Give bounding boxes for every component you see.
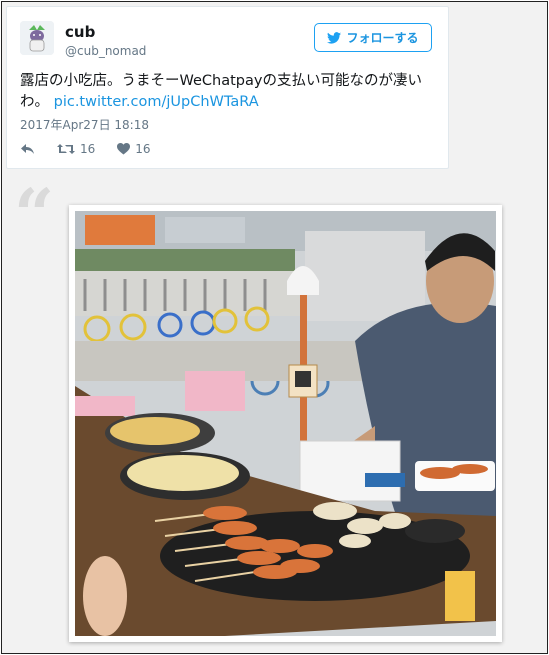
heart-icon <box>117 143 131 155</box>
follow-button[interactable]: フォローする <box>314 23 432 52</box>
reply-button[interactable] <box>20 143 35 155</box>
quote-icon: “ <box>14 173 55 256</box>
bird-icon <box>327 31 342 44</box>
retweet-count: 16 <box>80 142 96 156</box>
display-name[interactable]: cub <box>65 23 95 41</box>
like-count: 16 <box>135 142 151 156</box>
reply-icon <box>21 144 34 154</box>
tweet-card: cub @cub_nomad フォローする 露店の小吃店。うまそーWeChatp… <box>6 6 449 169</box>
tweet-actions: 16 16 <box>20 142 173 156</box>
tweet-photo-card[interactable] <box>69 205 502 642</box>
follow-label: フォローする <box>346 31 419 45</box>
retweet-button[interactable]: 16 <box>57 142 95 156</box>
user-handle[interactable]: @cub_nomad <box>65 44 146 58</box>
street-food-stall-photo <box>75 211 496 636</box>
retweet-icon <box>57 144 75 154</box>
tweet-timestamp[interactable]: 2017年Apr27日 18:18 <box>20 116 149 133</box>
page-frame: cub @cub_nomad フォローする 露店の小吃店。うまそーWeChatp… <box>1 1 548 654</box>
tweet-text: 露店の小吃店。うまそーWeChatpayの支払い可能なのが凄いわ。 pic.tw… <box>20 71 440 113</box>
like-button[interactable]: 16 <box>117 142 151 156</box>
avatar[interactable] <box>20 21 54 55</box>
tweet-media-link[interactable]: pic.twitter.com/jUpChWTaRA <box>54 94 259 110</box>
